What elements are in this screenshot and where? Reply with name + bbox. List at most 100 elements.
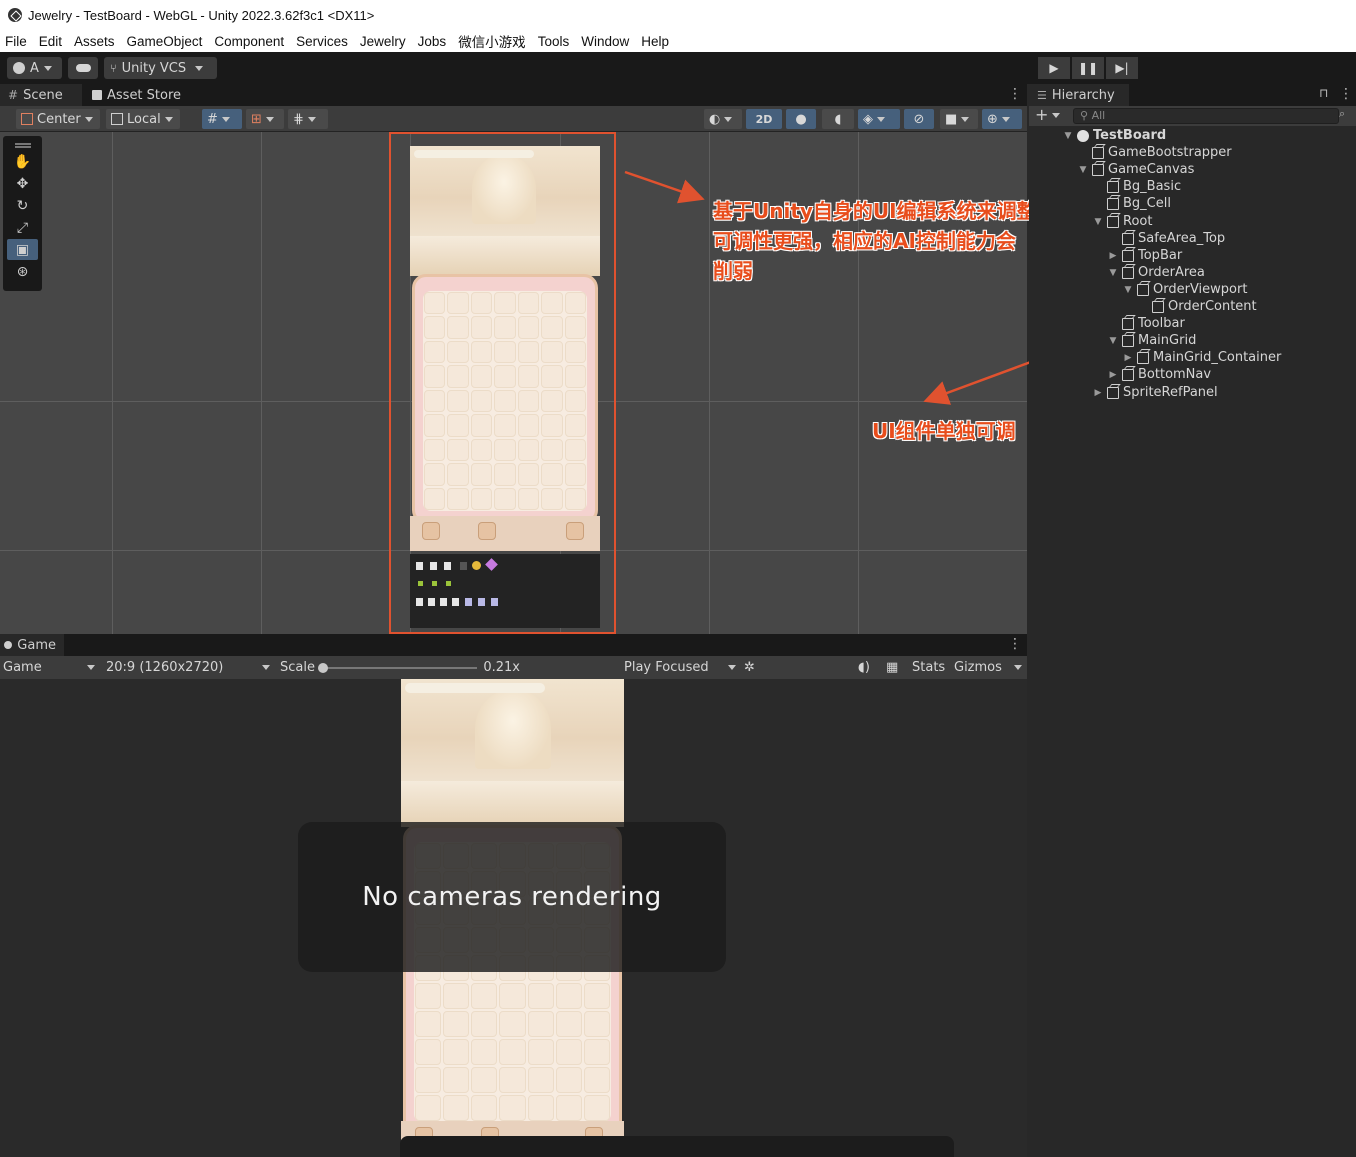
grid-cell[interactable] xyxy=(555,1095,582,1121)
collapse-arrow-icon[interactable]: ▶ xyxy=(1108,251,1118,261)
collapse-arrow-icon[interactable]: ▶ xyxy=(1093,388,1103,398)
grid-cell[interactable] xyxy=(527,1011,554,1037)
drag-handle[interactable] xyxy=(14,143,31,145)
stats-button[interactable]: Stats xyxy=(912,659,945,676)
expand-arrow-icon[interactable]: ▼ xyxy=(1063,131,1073,141)
cloud-button[interactable] xyxy=(68,57,98,79)
grid-cell[interactable] xyxy=(555,1067,582,1093)
display-dropdown[interactable]: Game xyxy=(3,659,95,676)
add-icon[interactable]: + xyxy=(1035,106,1048,124)
transform-tool-icon[interactable]: ⊛ xyxy=(7,261,38,282)
grid-cell[interactable] xyxy=(415,983,442,1009)
tab-asset-store[interactable]: Asset Store xyxy=(84,84,194,106)
grid-cell[interactable] xyxy=(583,983,610,1009)
menu-file[interactable]: File xyxy=(0,34,33,49)
grid-cell[interactable] xyxy=(415,1095,442,1121)
grid-cell[interactable] xyxy=(527,1095,554,1121)
hierarchy-item[interactable]: ▼ OrderArea xyxy=(1108,264,1205,281)
step-button[interactable]: ▶| xyxy=(1106,57,1138,79)
keyboard-icon[interactable]: ▦ xyxy=(886,659,898,676)
grid-cell[interactable] xyxy=(471,983,498,1009)
shading-mode-button[interactable]: ◐ xyxy=(704,109,742,129)
grid-cell[interactable] xyxy=(415,1039,442,1065)
hidden-objects-toggle-button[interactable]: ⊘ xyxy=(904,109,934,129)
rect-tool-icon[interactable]: ▣ xyxy=(7,239,38,260)
grid-cell[interactable] xyxy=(443,1095,470,1121)
hierarchy-item[interactable]: ▼ OrderViewport xyxy=(1123,281,1248,298)
hierarchy-item[interactable]: Bg_Basic xyxy=(1093,178,1181,195)
scale-slider[interactable] xyxy=(317,662,478,673)
grid-cell[interactable] xyxy=(471,1095,498,1121)
menu-assets[interactable]: Assets xyxy=(68,34,121,49)
hierarchy-item[interactable]: ▶ SpriteRefPanel xyxy=(1093,384,1218,401)
grid-cell[interactable] xyxy=(555,1011,582,1037)
effects-toggle-button[interactable]: ◈ xyxy=(858,109,900,129)
menu-help[interactable]: Help xyxy=(635,34,675,49)
rotate-tool-icon[interactable]: ↻ xyxy=(7,195,38,216)
menu-jewelry[interactable]: Jewelry xyxy=(354,34,412,49)
grid-cell[interactable] xyxy=(527,983,554,1009)
gizmos-toggle-button[interactable]: ⊕ xyxy=(982,109,1022,129)
grid-cell[interactable] xyxy=(555,1039,582,1065)
grid-cell[interactable] xyxy=(527,1067,554,1093)
grid-cell[interactable] xyxy=(499,1039,526,1065)
play-mode-dropdown[interactable]: Play Focused xyxy=(624,659,736,676)
game-options-icon[interactable]: ⋮ xyxy=(1008,636,1022,652)
grid-snap-button[interactable]: # xyxy=(202,109,242,129)
hierarchy-options-icon[interactable]: ⋮ xyxy=(1339,86,1353,102)
hand-tool-icon[interactable]: ✋ xyxy=(7,151,38,172)
scale-slider-thumb[interactable] xyxy=(317,662,328,673)
grid-cell[interactable] xyxy=(583,1039,610,1065)
grid-cell[interactable] xyxy=(499,1011,526,1037)
expand-arrow-icon[interactable]: ▼ xyxy=(1108,268,1118,278)
game-view[interactable]: No cameras rendering xyxy=(0,679,1027,1157)
tab-game[interactable]: Game xyxy=(0,634,64,656)
resolution-dropdown[interactable]: 20:9 (1260x2720) xyxy=(106,659,270,676)
grid-cell[interactable] xyxy=(471,1067,498,1093)
grid-cell[interactable] xyxy=(499,1095,526,1121)
lock-icon[interactable]: ⊓ xyxy=(1319,86,1328,100)
grid-cell[interactable] xyxy=(527,1039,554,1065)
hierarchy-item[interactable]: Bg_Cell xyxy=(1093,195,1171,212)
grid-cell[interactable] xyxy=(443,983,470,1009)
grid-cell[interactable] xyxy=(443,1039,470,1065)
grid-cell[interactable] xyxy=(415,1011,442,1037)
grid-cell[interactable] xyxy=(583,1095,610,1121)
play-button[interactable]: ▶ xyxy=(1038,57,1070,79)
audio-icon[interactable]: ◖) xyxy=(858,659,870,676)
hierarchy-item[interactable]: GameBootstrapper xyxy=(1078,144,1232,161)
menu-edit[interactable]: Edit xyxy=(33,34,68,49)
hierarchy-item[interactable]: ▼ Root xyxy=(1093,213,1153,230)
menu-services[interactable]: Services xyxy=(290,34,354,49)
grid-cell[interactable] xyxy=(471,1039,498,1065)
grid-cell[interactable] xyxy=(415,1067,442,1093)
chevron-down-icon[interactable] xyxy=(1052,113,1060,118)
grid-cell[interactable] xyxy=(583,1067,610,1093)
search-options-icon[interactable]: ⌕ xyxy=(1339,107,1345,121)
grid-cell[interactable] xyxy=(443,1011,470,1037)
move-tool-icon[interactable]: ✥ xyxy=(7,173,38,194)
grid-cell[interactable] xyxy=(555,983,582,1009)
menu-tools[interactable]: Tools xyxy=(532,34,576,49)
hierarchy-search-input[interactable]: ⚲ All xyxy=(1073,108,1339,124)
hierarchy-item[interactable]: ▼ GameCanvas xyxy=(1078,161,1195,178)
expand-arrow-icon[interactable]: ▼ xyxy=(1093,217,1103,227)
hierarchy-item[interactable]: OrderContent xyxy=(1138,298,1257,315)
pivot-rotation-dropdown[interactable]: Local xyxy=(106,109,180,129)
grid-visibility-button[interactable]: ⋕ xyxy=(288,109,328,129)
scale-tool-icon[interactable]: ⤢ xyxy=(7,217,38,238)
hierarchy-item[interactable]: ▶ TopBar xyxy=(1108,247,1183,264)
grid-cell[interactable] xyxy=(499,1067,526,1093)
grid-cell[interactable] xyxy=(499,983,526,1009)
increment-snap-button[interactable]: ⊞ xyxy=(246,109,284,129)
grid-cell[interactable] xyxy=(471,1011,498,1037)
camera-settings-button[interactable]: ■ xyxy=(940,109,978,129)
2d-toggle-button[interactable]: 2D xyxy=(746,109,782,129)
expand-arrow-icon[interactable]: ▼ xyxy=(1108,336,1118,346)
hierarchy-item[interactable]: ▶ MainGrid_Container xyxy=(1123,349,1282,366)
menu-wechat-minigame[interactable]: 微信小游戏 xyxy=(452,31,532,51)
collapse-arrow-icon[interactable]: ▶ xyxy=(1108,370,1118,380)
audio-toggle-button[interactable]: ◖ xyxy=(822,109,854,129)
menu-component[interactable]: Component xyxy=(208,34,290,49)
expand-arrow-icon[interactable]: ▼ xyxy=(1078,165,1088,175)
